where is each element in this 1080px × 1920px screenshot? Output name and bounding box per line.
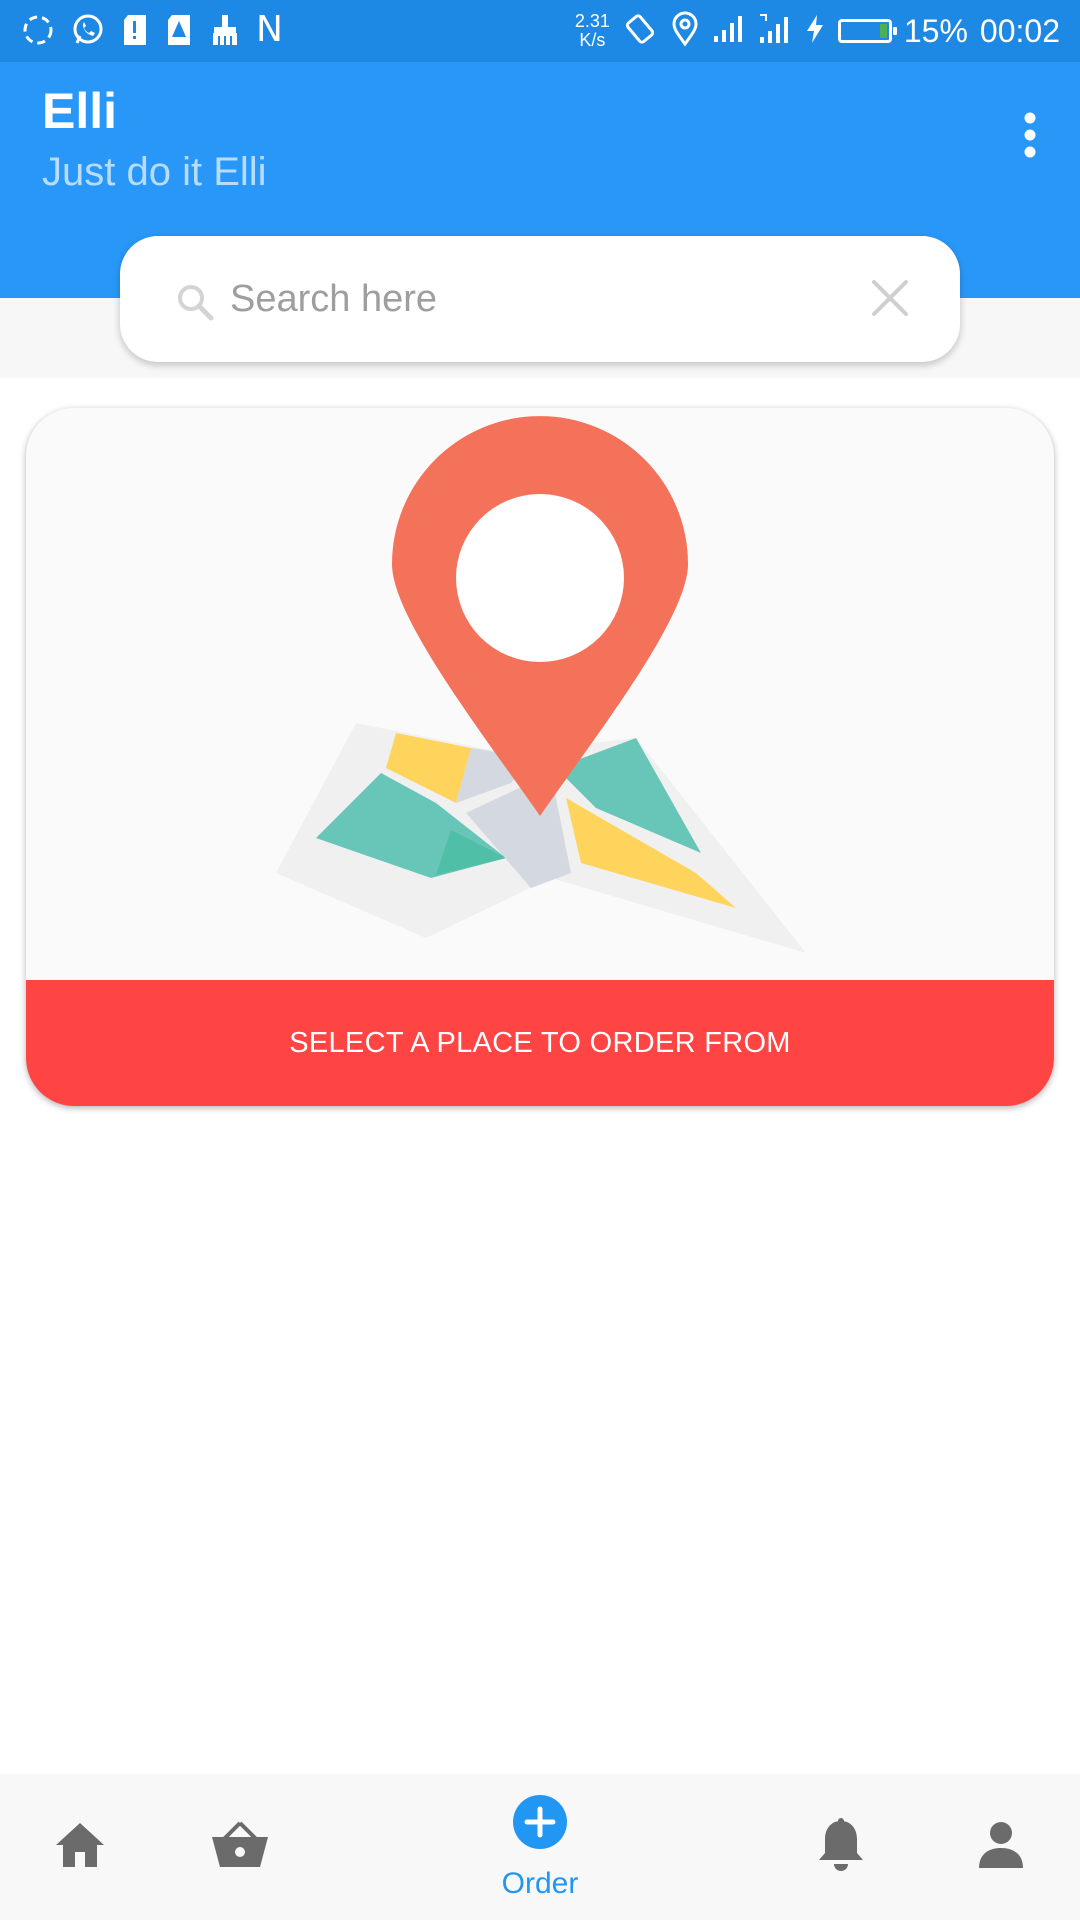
network-speed-value: 2.31 [574, 11, 610, 31]
network-speed-unit: K/s [579, 30, 606, 50]
person-icon [975, 1820, 1027, 1875]
sd-card-icon [120, 12, 150, 48]
overflow-menu-button[interactable] [1000, 107, 1060, 167]
close-icon[interactable] [870, 278, 910, 323]
status-bar: N 2.31 K/s 15% 00:02 [0, 0, 1080, 62]
notification-n-letter: N [256, 9, 283, 50]
sync-icon [20, 12, 56, 48]
select-place-button[interactable]: SELECT A PLACE TO ORDER FROM [26, 980, 1054, 1106]
rotate-icon [622, 11, 658, 52]
cleaner-brush-icon [208, 12, 242, 48]
basket-icon [210, 1819, 270, 1876]
clock: 00:02 [979, 12, 1060, 49]
battery-level-fill [879, 24, 887, 38]
bottom-navigation: Order [0, 1774, 1080, 1920]
battery-percent: 15% [903, 12, 968, 49]
select-place-card[interactable]: SELECT A PLACE TO ORDER FROM [26, 408, 1054, 1106]
page-title: Elli [42, 83, 118, 139]
battery-icon [837, 19, 897, 43]
sim-alert-icon [164, 12, 194, 48]
nav-item-notifications[interactable] [801, 1774, 881, 1920]
nav-item-basket[interactable] [200, 1774, 280, 1920]
bell-icon [817, 1817, 865, 1878]
home-icon [52, 1820, 108, 1875]
nav-label-order: Order [501, 1866, 579, 1900]
location-icon [670, 11, 700, 52]
search-bar[interactable] [120, 236, 960, 362]
status-left-icons: N [20, 10, 283, 50]
more-vert-icon [1022, 111, 1038, 164]
page-subtitle: Just do it Elli [42, 150, 267, 194]
nav-item-home[interactable] [40, 1774, 120, 1920]
search-icon [176, 283, 216, 328]
map-pin-illustration [26, 408, 1054, 980]
network-speed: 2.31 K/s [575, 12, 610, 50]
nav-item-profile[interactable] [961, 1774, 1041, 1920]
charging-bolt-icon [804, 13, 826, 50]
whatsapp-icon [70, 12, 106, 48]
add-circle-icon [512, 1794, 568, 1855]
search-input[interactable] [230, 266, 850, 332]
nav-item-order[interactable]: Order [480, 1774, 600, 1920]
status-right-icons: 2.31 K/s 15% 00:02 [575, 8, 1060, 54]
signal-icon [712, 14, 746, 49]
signal-3g-icon [758, 13, 792, 50]
